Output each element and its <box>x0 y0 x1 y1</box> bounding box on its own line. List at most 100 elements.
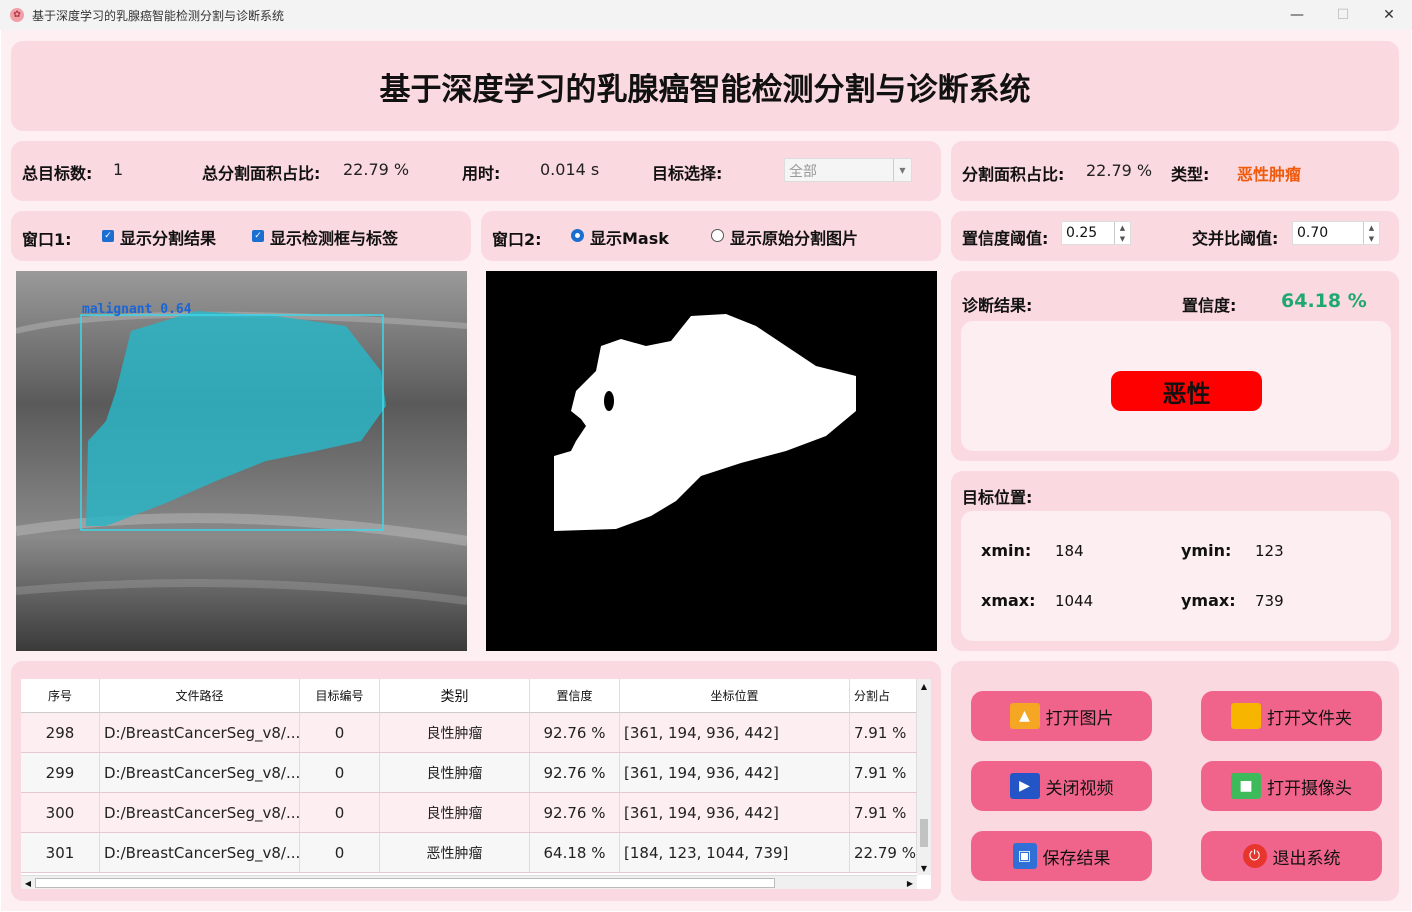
table-vertical-scrollbar[interactable]: ▲ ▼ <box>917 679 931 875</box>
cell-target-id: 0 <box>300 713 380 752</box>
table-row[interactable]: 300 D:/BreastCancerSeg_v8/... 0 良性肿瘤 92.… <box>21 793 917 833</box>
open-folder-button[interactable]: 打开文件夹 <box>1201 691 1382 741</box>
cell-index: 299 <box>21 753 100 792</box>
header-index[interactable]: 序号 <box>21 679 100 713</box>
header-class[interactable]: 类别 <box>380 679 530 713</box>
cell-coords: [361, 194, 936, 442] <box>620 713 850 752</box>
conf-threshold-spinbox[interactable]: 0.25 ▲ ▼ <box>1061 221 1131 245</box>
results-table-panel: 序号 文件路径 目标编号 类别 置信度 坐标位置 分割占 298 D:/Brea… <box>11 661 941 901</box>
position-panel: 目标位置: xmin: 184 ymin: 123 xmax: 1044 yma… <box>951 471 1399 651</box>
spin-up-icon[interactable]: ▲ <box>1120 224 1125 232</box>
minimize-button[interactable]: — <box>1274 0 1320 30</box>
horizontal-scroll-thumb[interactable] <box>35 878 775 888</box>
close-button[interactable]: ✕ <box>1366 0 1412 30</box>
xmin-value: 184 <box>1055 542 1084 560</box>
iou-threshold-value: 0.70 <box>1297 225 1329 241</box>
cell-area: 7.91 % <box>850 713 917 752</box>
title-bar: ✿ 基于深度学习的乳腺癌智能检测分割与诊断系统 — ☐ ✕ <box>0 0 1412 30</box>
table-row[interactable]: 298 D:/BreastCancerSeg_v8/... 0 良性肿瘤 92.… <box>21 713 917 753</box>
folder-icon <box>1231 703 1261 729</box>
show-mask-label[interactable]: 显示Mask <box>590 225 669 249</box>
conf-threshold-value: 0.25 <box>1066 225 1098 241</box>
cell-index: 301 <box>21 833 100 872</box>
app-icon: ✿ <box>10 8 24 22</box>
show-boxes-label[interactable]: 显示检测框与标签 <box>270 225 398 249</box>
cell-area: 7.91 % <box>850 753 917 792</box>
spin-down-icon[interactable]: ▼ <box>1120 235 1125 243</box>
table-row[interactable]: 301 D:/BreastCancerSeg_v8/... 0 恶性肿瘤 64.… <box>21 833 917 873</box>
segment-area-label: 分割面积占比: <box>962 165 1065 184</box>
page-title: 基于深度学习的乳腺癌智能检测分割与诊断系统 <box>379 71 1031 108</box>
open-folder-label: 打开文件夹 <box>1267 708 1352 729</box>
scroll-left-icon[interactable]: ◀ <box>21 876 35 889</box>
position-label: 目标位置: <box>962 488 1033 507</box>
mask-image <box>486 271 937 651</box>
camera-icon: ■ <box>1231 773 1261 799</box>
header-target-id[interactable]: 目标编号 <box>300 679 380 713</box>
header-panel: 基于深度学习的乳腺癌智能检测分割与诊断系统 <box>11 41 1399 131</box>
cell-target-id: 0 <box>300 833 380 872</box>
cell-index: 298 <box>21 713 100 752</box>
cell-confidence: 92.76 % <box>530 753 620 792</box>
show-original-label[interactable]: 显示原始分割图片 <box>730 225 858 249</box>
cell-target-id: 0 <box>300 753 380 792</box>
table-horizontal-scrollbar[interactable]: ◀ ▶ <box>21 875 917 889</box>
cell-path: D:/BreastCancerSeg_v8/... <box>100 753 300 792</box>
iou-threshold-spinbox[interactable]: 0.70 ▲ ▼ <box>1292 221 1380 245</box>
type-label: 类型: <box>1171 165 1210 184</box>
open-camera-label: 打开摄像头 <box>1267 778 1352 799</box>
video-icon: ▶ <box>1009 773 1040 799</box>
show-segmentation-checkbox[interactable]: ✓ <box>102 230 114 242</box>
cell-path: D:/BreastCancerSeg_v8/... <box>100 713 300 752</box>
window-title: 基于深度学习的乳腺癌智能检测分割与诊断系统 <box>32 8 285 23</box>
detection-label: malignant 0.64 <box>82 302 192 317</box>
window2-options: 窗口2: 显示Mask 显示原始分割图片 <box>481 211 941 261</box>
scroll-up-icon[interactable]: ▲ <box>917 679 931 693</box>
open-camera-button[interactable]: ■ 打开摄像头 <box>1201 761 1382 811</box>
show-segmentation-label[interactable]: 显示分割结果 <box>120 225 216 249</box>
header-area[interactable]: 分割占 <box>850 679 917 713</box>
xmax-value: 1044 <box>1055 592 1094 610</box>
vertical-scroll-thumb[interactable] <box>920 819 928 847</box>
cell-coords: [361, 194, 936, 442] <box>620 753 850 792</box>
mask-image-window <box>486 271 937 651</box>
cell-path: D:/BreastCancerSeg_v8/... <box>100 833 300 872</box>
header-path[interactable]: 文件路径 <box>100 679 300 713</box>
diagnosis-result-badge: 恶性 <box>1111 371 1262 411</box>
show-boxes-checkbox[interactable]: ✓ <box>252 230 264 242</box>
conf-threshold-label: 置信度阈值: <box>962 229 1049 248</box>
header-confidence[interactable]: 置信度 <box>530 679 620 713</box>
ultrasound-image: malignant 0.64 <box>16 271 467 651</box>
scroll-right-icon[interactable]: ▶ <box>903 876 917 889</box>
results-table: 序号 文件路径 目标编号 类别 置信度 坐标位置 分割占 298 D:/Brea… <box>21 679 931 889</box>
spin-up-icon[interactable]: ▲ <box>1369 224 1374 232</box>
show-original-radio[interactable] <box>711 229 724 242</box>
maximize-button[interactable]: ☐ <box>1320 0 1366 30</box>
save-results-button[interactable]: ▣ 保存结果 <box>971 831 1152 881</box>
cell-path: D:/BreastCancerSeg_v8/... <box>100 793 300 832</box>
window1-options: 窗口1: ✓ 显示分割结果 ✓ 显示检测框与标签 <box>11 211 471 261</box>
detection-image-window: malignant 0.64 <box>16 271 467 651</box>
target-select[interactable]: 全部 ▼ <box>784 158 912 182</box>
table-row[interactable]: 299 D:/BreastCancerSeg_v8/... 0 良性肿瘤 92.… <box>21 753 917 793</box>
total-targets-value: 1 <box>113 160 124 179</box>
cell-confidence: 92.76 % <box>530 713 620 752</box>
exit-system-button[interactable]: ⏻ 退出系统 <box>1201 831 1382 881</box>
chevron-down-icon[interactable]: ▼ <box>893 159 911 181</box>
exit-system-label: 退出系统 <box>1272 848 1341 869</box>
open-image-button[interactable]: ▲ 打开图片 <box>971 691 1152 741</box>
save-icon: ▣ <box>1012 843 1037 869</box>
cell-coords: [184, 123, 1044, 739] <box>620 833 850 872</box>
spin-down-icon[interactable]: ▼ <box>1369 235 1374 243</box>
confidence-label: 置信度: <box>1182 296 1237 315</box>
show-mask-radio[interactable] <box>571 229 584 242</box>
header-coords[interactable]: 坐标位置 <box>620 679 850 713</box>
cell-confidence: 64.18 % <box>530 833 620 872</box>
time-value: 0.014 s <box>540 160 600 179</box>
actions-panel: ▲ 打开图片 打开文件夹 ▶ 关闭视频 ■ 打开摄像头 ▣ 保存结果 ⏻ 退出系… <box>951 661 1399 901</box>
iou-threshold-label: 交并比阈值: <box>1192 229 1279 248</box>
close-video-button[interactable]: ▶ 关闭视频 <box>971 761 1152 811</box>
diagnosis-panel: 诊断结果: 置信度: 64.18 % 恶性 <box>951 271 1399 461</box>
stats-panel: 总目标数: 1 总分割面积占比: 22.79 % 用时: 0.014 s 目标选… <box>11 141 941 201</box>
scroll-down-icon[interactable]: ▼ <box>917 861 931 875</box>
